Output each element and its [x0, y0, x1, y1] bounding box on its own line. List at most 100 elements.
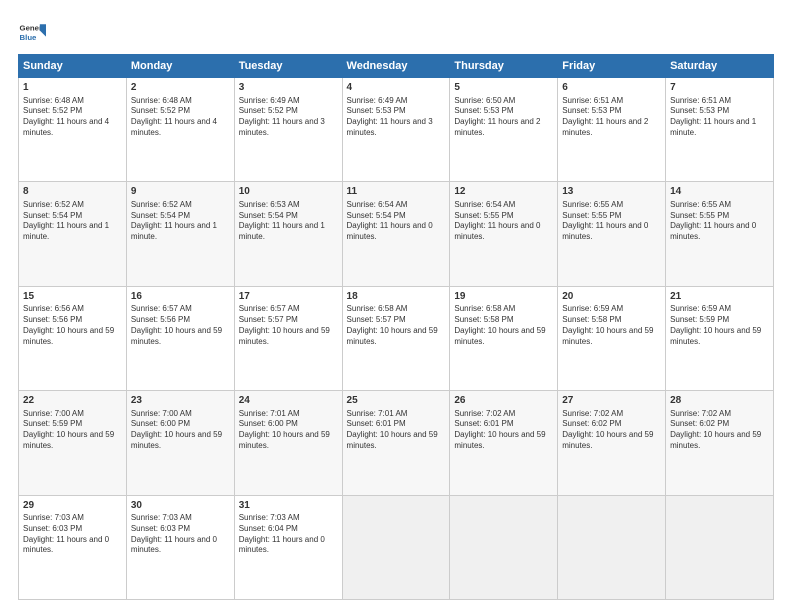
daylight-info: Daylight: 11 hours and 0 minutes.: [562, 221, 661, 243]
day-number: 26: [454, 394, 553, 408]
daylight-info: Daylight: 10 hours and 59 minutes.: [239, 430, 338, 452]
day-header-monday: Monday: [126, 55, 234, 78]
day-header-wednesday: Wednesday: [342, 55, 450, 78]
calendar-cell: 28Sunrise: 7:02 AMSunset: 6:02 PMDayligh…: [666, 391, 774, 495]
calendar-cell: 29Sunrise: 7:03 AMSunset: 6:03 PMDayligh…: [19, 495, 127, 599]
daylight-info: Daylight: 10 hours and 59 minutes.: [347, 430, 446, 452]
logo-icon: General Blue: [18, 18, 46, 46]
day-number: 3: [239, 81, 338, 95]
calendar-cell: 10Sunrise: 6:53 AMSunset: 5:54 PMDayligh…: [234, 182, 342, 286]
day-number: 24: [239, 394, 338, 408]
daylight-info: Daylight: 11 hours and 1 minute.: [239, 221, 338, 243]
sunrise-info: Sunrise: 6:55 AM: [562, 200, 661, 211]
sunset-info: Sunset: 5:58 PM: [454, 315, 553, 326]
daylight-info: Daylight: 11 hours and 2 minutes.: [562, 117, 661, 139]
sunset-info: Sunset: 6:02 PM: [562, 419, 661, 430]
calendar-header: SundayMondayTuesdayWednesdayThursdayFrid…: [19, 55, 774, 78]
sunset-info: Sunset: 5:52 PM: [23, 106, 122, 117]
calendar-cell: 13Sunrise: 6:55 AMSunset: 5:55 PMDayligh…: [558, 182, 666, 286]
day-number: 6: [562, 81, 661, 95]
calendar-cell: 1Sunrise: 6:48 AMSunset: 5:52 PMDaylight…: [19, 78, 127, 182]
calendar-cell: 14Sunrise: 6:55 AMSunset: 5:55 PMDayligh…: [666, 182, 774, 286]
sunrise-info: Sunrise: 6:52 AM: [131, 200, 230, 211]
daylight-info: Daylight: 11 hours and 3 minutes.: [347, 117, 446, 139]
sunrise-info: Sunrise: 6:52 AM: [23, 200, 122, 211]
day-number: 25: [347, 394, 446, 408]
day-header-friday: Friday: [558, 55, 666, 78]
day-number: 4: [347, 81, 446, 95]
sunrise-info: Sunrise: 7:00 AM: [131, 409, 230, 420]
calendar-cell: 20Sunrise: 6:59 AMSunset: 5:58 PMDayligh…: [558, 286, 666, 390]
calendar-week: 15Sunrise: 6:56 AMSunset: 5:56 PMDayligh…: [19, 286, 774, 390]
page: General Blue SundayMondayTuesdayWednesda…: [0, 0, 792, 612]
sunrise-info: Sunrise: 6:56 AM: [23, 304, 122, 315]
daylight-info: Daylight: 11 hours and 0 minutes.: [670, 221, 769, 243]
sunrise-info: Sunrise: 7:02 AM: [562, 409, 661, 420]
day-number: 20: [562, 290, 661, 304]
sunrise-info: Sunrise: 6:48 AM: [23, 96, 122, 107]
sunset-info: Sunset: 6:03 PM: [23, 524, 122, 535]
days-row: SundayMondayTuesdayWednesdayThursdayFrid…: [19, 55, 774, 78]
sunset-info: Sunset: 5:53 PM: [454, 106, 553, 117]
calendar-cell: 12Sunrise: 6:54 AMSunset: 5:55 PMDayligh…: [450, 182, 558, 286]
sunset-info: Sunset: 6:00 PM: [239, 419, 338, 430]
calendar-cell: 2Sunrise: 6:48 AMSunset: 5:52 PMDaylight…: [126, 78, 234, 182]
sunset-info: Sunset: 5:53 PM: [347, 106, 446, 117]
daylight-info: Daylight: 11 hours and 3 minutes.: [239, 117, 338, 139]
daylight-info: Daylight: 11 hours and 1 minute.: [670, 117, 769, 139]
sunrise-info: Sunrise: 6:51 AM: [562, 96, 661, 107]
sunset-info: Sunset: 5:54 PM: [347, 211, 446, 222]
day-number: 30: [131, 499, 230, 513]
daylight-info: Daylight: 11 hours and 0 minutes.: [347, 221, 446, 243]
sunset-info: Sunset: 6:01 PM: [347, 419, 446, 430]
calendar-cell: 22Sunrise: 7:00 AMSunset: 5:59 PMDayligh…: [19, 391, 127, 495]
day-number: 1: [23, 81, 122, 95]
calendar-week: 29Sunrise: 7:03 AMSunset: 6:03 PMDayligh…: [19, 495, 774, 599]
sunset-info: Sunset: 5:52 PM: [131, 106, 230, 117]
day-number: 23: [131, 394, 230, 408]
daylight-info: Daylight: 11 hours and 0 minutes.: [239, 535, 338, 557]
daylight-info: Daylight: 10 hours and 59 minutes.: [23, 326, 122, 348]
day-header-thursday: Thursday: [450, 55, 558, 78]
sunrise-info: Sunrise: 7:01 AM: [347, 409, 446, 420]
sunset-info: Sunset: 5:54 PM: [23, 211, 122, 222]
daylight-info: Daylight: 11 hours and 2 minutes.: [454, 117, 553, 139]
sunrise-info: Sunrise: 6:48 AM: [131, 96, 230, 107]
sunrise-info: Sunrise: 6:49 AM: [239, 96, 338, 107]
sunrise-info: Sunrise: 7:03 AM: [131, 513, 230, 524]
sunset-info: Sunset: 5:58 PM: [562, 315, 661, 326]
calendar-week: 22Sunrise: 7:00 AMSunset: 5:59 PMDayligh…: [19, 391, 774, 495]
daylight-info: Daylight: 10 hours and 59 minutes.: [131, 326, 230, 348]
sunrise-info: Sunrise: 6:59 AM: [670, 304, 769, 315]
daylight-info: Daylight: 11 hours and 0 minutes.: [23, 535, 122, 557]
sunrise-info: Sunrise: 7:02 AM: [454, 409, 553, 420]
calendar-cell: 9Sunrise: 6:52 AMSunset: 5:54 PMDaylight…: [126, 182, 234, 286]
calendar-cell: 15Sunrise: 6:56 AMSunset: 5:56 PMDayligh…: [19, 286, 127, 390]
day-number: 10: [239, 185, 338, 199]
sunset-info: Sunset: 5:52 PM: [239, 106, 338, 117]
daylight-info: Daylight: 10 hours and 59 minutes.: [670, 326, 769, 348]
daylight-info: Daylight: 10 hours and 59 minutes.: [131, 430, 230, 452]
sunset-info: Sunset: 5:55 PM: [454, 211, 553, 222]
logo: General Blue: [18, 18, 50, 46]
day-header-tuesday: Tuesday: [234, 55, 342, 78]
sunset-info: Sunset: 5:53 PM: [670, 106, 769, 117]
daylight-info: Daylight: 10 hours and 59 minutes.: [670, 430, 769, 452]
sunset-info: Sunset: 6:02 PM: [670, 419, 769, 430]
day-number: 28: [670, 394, 769, 408]
sunset-info: Sunset: 5:55 PM: [562, 211, 661, 222]
sunrise-info: Sunrise: 6:55 AM: [670, 200, 769, 211]
sunrise-info: Sunrise: 6:54 AM: [347, 200, 446, 211]
daylight-info: Daylight: 11 hours and 4 minutes.: [23, 117, 122, 139]
day-header-saturday: Saturday: [666, 55, 774, 78]
sunrise-info: Sunrise: 6:54 AM: [454, 200, 553, 211]
calendar-body: 1Sunrise: 6:48 AMSunset: 5:52 PMDaylight…: [19, 78, 774, 600]
calendar-cell: 6Sunrise: 6:51 AMSunset: 5:53 PMDaylight…: [558, 78, 666, 182]
calendar-cell: [666, 495, 774, 599]
day-number: 15: [23, 290, 122, 304]
daylight-info: Daylight: 11 hours and 1 minute.: [23, 221, 122, 243]
day-number: 7: [670, 81, 769, 95]
sunrise-info: Sunrise: 6:58 AM: [347, 304, 446, 315]
day-number: 13: [562, 185, 661, 199]
sunset-info: Sunset: 5:57 PM: [239, 315, 338, 326]
